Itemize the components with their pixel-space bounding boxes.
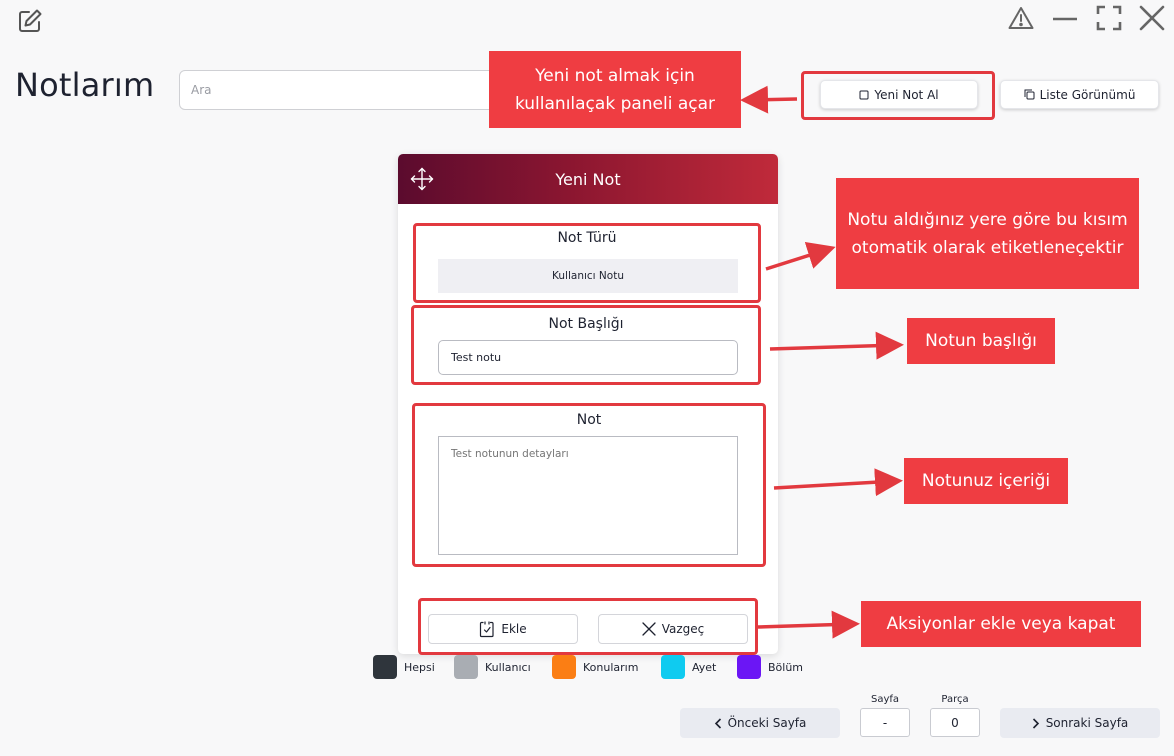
next-page-label: Sonraki Sayfa: [1045, 716, 1129, 730]
legend-item[interactable]: Bölüm: [737, 655, 803, 679]
legend-swatch: [373, 655, 397, 679]
legend-swatch: [454, 655, 478, 679]
callout-arrows: [740, 85, 904, 639]
legend-swatch: [737, 655, 761, 679]
prev-page-label: Önceki Sayfa: [727, 716, 807, 730]
legend-swatch: [661, 655, 685, 679]
legend-item[interactable]: Konularım: [552, 655, 638, 679]
legend-label: Kullanıcı: [485, 660, 531, 674]
legend-label: Konularım: [583, 660, 639, 674]
page-field[interactable]: -: [860, 708, 910, 737]
legend-item[interactable]: Ayet: [661, 655, 716, 679]
prev-page-button[interactable]: Önceki Sayfa: [680, 708, 840, 738]
chevron-right-icon: [1032, 717, 1039, 729]
part-field[interactable]: 0: [930, 708, 980, 737]
next-page-button[interactable]: Sonraki Sayfa: [1000, 708, 1160, 738]
legend-label: Ayet: [692, 660, 717, 674]
legend-label: Hepsi: [404, 660, 435, 674]
chevron-left-icon: [714, 717, 721, 729]
legend-label: Bölüm: [768, 660, 804, 674]
page-label: Sayfa: [870, 694, 900, 705]
legend-item[interactable]: Hepsi: [373, 655, 435, 679]
part-label: Parça: [941, 694, 969, 705]
legend-item[interactable]: Kullanıcı: [454, 655, 531, 679]
legend-swatch: [552, 655, 576, 679]
